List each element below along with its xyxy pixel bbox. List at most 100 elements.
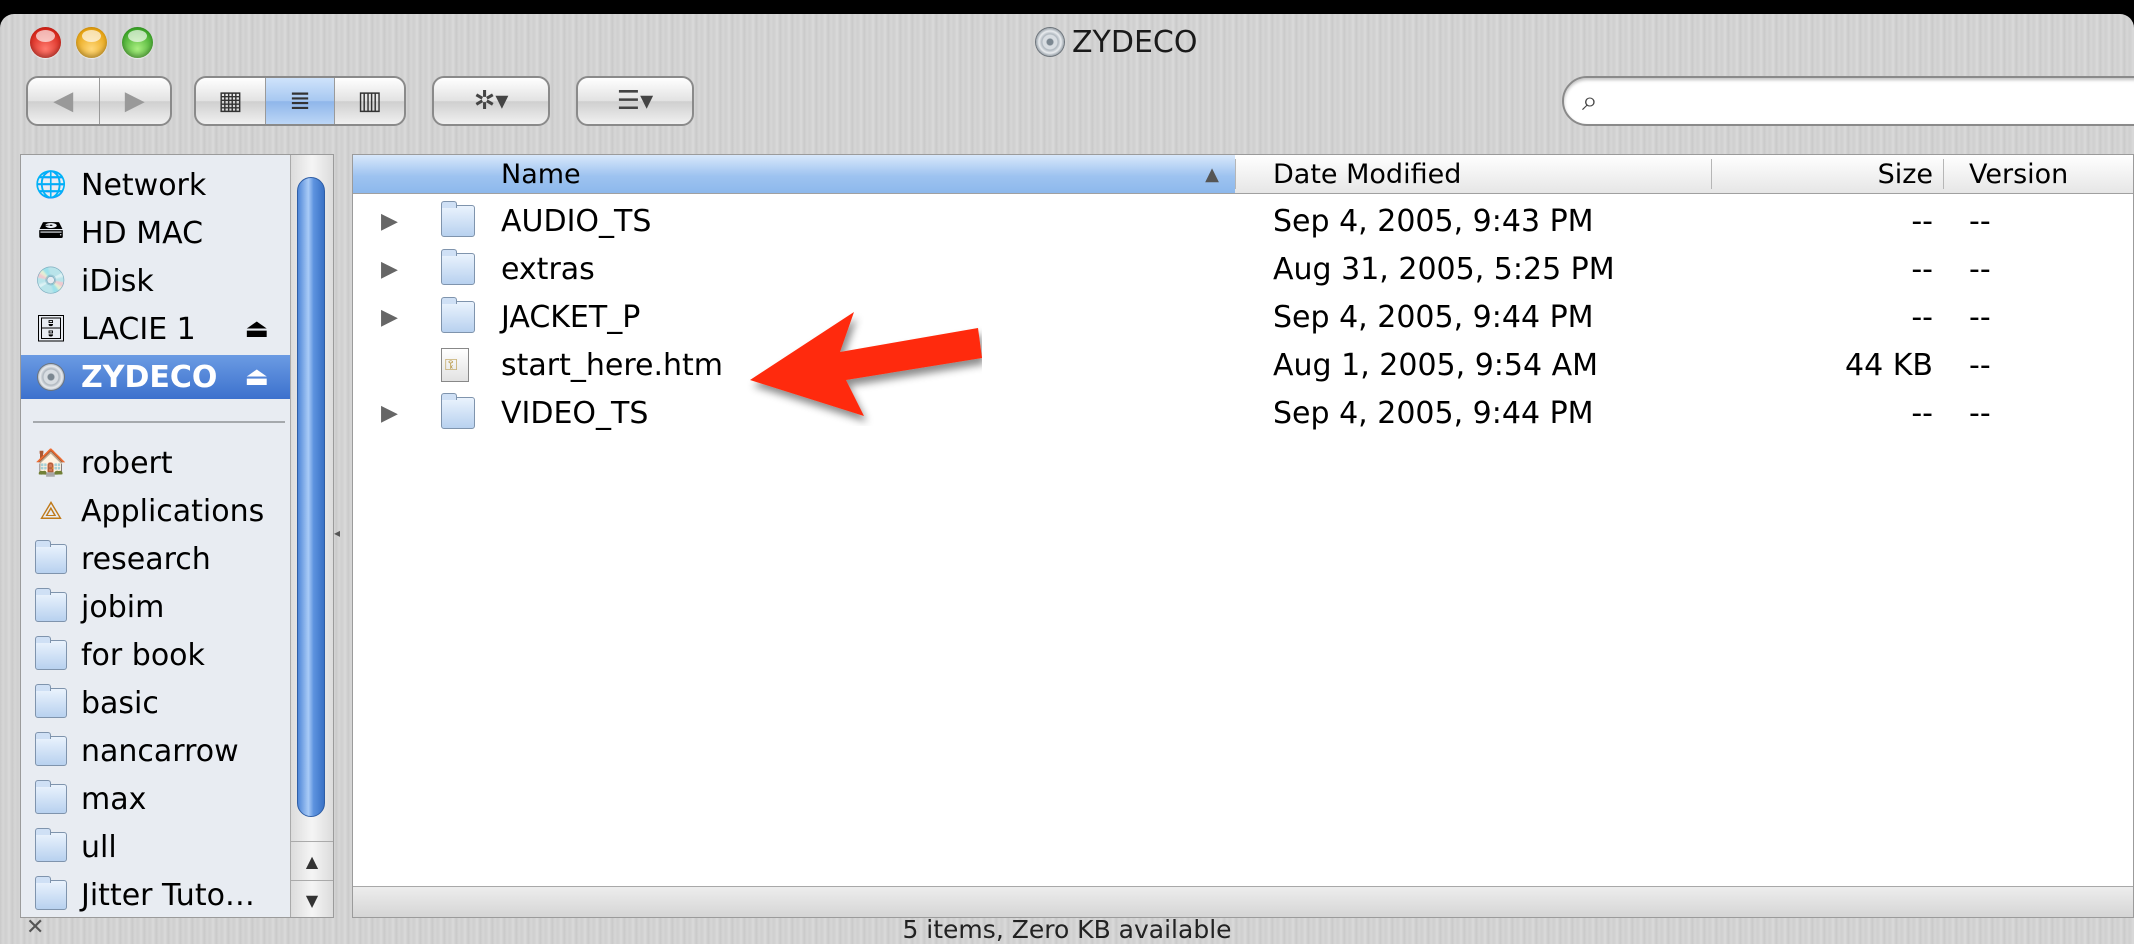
sidebar-item-label: robert [81, 445, 173, 481]
column-header-row: Name ▲ Date Modified Size Version [353, 155, 2133, 194]
back-button[interactable]: ◀ [28, 78, 100, 124]
folder-icon [35, 588, 67, 622]
file-version: -- [1969, 203, 1991, 239]
sidebar-item-jobim[interactable]: jobim [21, 585, 291, 629]
sidebar-item-applications[interactable]: ⟁ Applications [21, 489, 291, 533]
file-date: Sep 4, 2005, 9:44 PM [1273, 299, 1594, 335]
sidebar-item-label: for book [81, 637, 205, 673]
sidebar-item-label: LACIE 1 [81, 311, 196, 347]
eject-icon[interactable]: ⏏ [244, 362, 269, 392]
folder-icon [35, 540, 67, 574]
action-gear-button[interactable]: ✲▾ [432, 76, 550, 126]
search-field[interactable]: ⌕ [1562, 76, 2134, 126]
column-header-name[interactable]: Name ▲ [353, 155, 1235, 193]
gear-icon: ✲▾ [473, 86, 509, 116]
home-icon: 🏠 [34, 448, 68, 478]
folder-icon [35, 780, 67, 814]
column-header-size[interactable]: Size [1711, 155, 1943, 193]
sidebar-item-label: nancarrow [81, 733, 239, 769]
table-row[interactable]: start_here.htm Aug 1, 2005, 9:54 AM 44 K… [353, 341, 2133, 389]
file-version: -- [1969, 347, 1991, 383]
applications-icon: ⟁ [39, 495, 63, 526]
table-row[interactable]: ▶ VIDEO_TS Sep 4, 2005, 9:44 PM -- -- [353, 389, 2133, 437]
sidebar-item-ull[interactable]: ull [21, 825, 291, 869]
sidebar-item-label: ull [81, 829, 117, 865]
sidebar-splitter-handle[interactable]: ◂ [334, 526, 340, 540]
sidebar-item-lacie-1[interactable]: 🗄 LACIE 1 ⏏ [21, 307, 291, 351]
sidebar-item-hd-mac[interactable]: 🖴 HD MAC [21, 211, 291, 255]
disclosure-triangle-icon[interactable]: ▶ [381, 389, 398, 437]
close-button[interactable] [30, 27, 61, 58]
sidebar-item-label: Applications [81, 493, 265, 529]
sidebar-item-basic[interactable]: basic [21, 681, 291, 725]
file-size: -- [1911, 203, 1933, 239]
file-version: -- [1969, 299, 1991, 335]
title-bar[interactable]: ZYDECO [0, 14, 2134, 70]
sidebar-item-label: Network [81, 167, 207, 203]
sort-ascending-icon: ▲ [1205, 163, 1219, 185]
scroll-down-arrow-icon[interactable]: ▼ [291, 880, 333, 917]
window-title: ZYDECO [1036, 24, 1198, 60]
hard-drive-icon: 🖴 [37, 215, 65, 245]
icon-view-button[interactable]: ▦ [196, 78, 266, 124]
sidebar-item-label: iDisk [81, 263, 154, 299]
disclosure-triangle-icon[interactable]: ▶ [381, 293, 398, 341]
column-header-version[interactable]: Version [1943, 155, 2133, 193]
status-text: 5 items, Zero KB available [902, 914, 1232, 944]
folder-icon [35, 732, 67, 766]
status-bar: ✕ 5 items, Zero KB available [0, 914, 2134, 944]
file-size: 44 KB [1845, 347, 1933, 383]
folder-icon [441, 201, 475, 237]
minimize-button[interactable] [76, 27, 107, 58]
disclosure-triangle-icon[interactable]: ▶ [381, 245, 398, 293]
folder-icon [35, 876, 67, 910]
toolbar-toggle-icon[interactable]: ✕ [26, 915, 44, 940]
forward-button[interactable]: ▶ [100, 78, 171, 124]
folder-icon [35, 636, 67, 670]
sidebar-item-label: basic [81, 685, 159, 721]
sidebar-item-zydeco[interactable]: ZYDECO ⏏ [21, 355, 291, 399]
sidebar-item-max[interactable]: max [21, 777, 291, 821]
dvd-disc-icon [1036, 28, 1064, 56]
idisk-icon: 💿 [34, 266, 68, 296]
column-header-label: Name [501, 158, 581, 190]
table-row[interactable]: ▶ JACKET_P Sep 4, 2005, 9:44 PM -- -- [353, 293, 2133, 341]
folder-icon [35, 684, 67, 718]
file-name: start_here.htm [501, 347, 724, 383]
arrange-button[interactable]: ☰▾ [576, 76, 694, 126]
list-view-button[interactable]: ≣ [265, 78, 336, 124]
column-header-date-modified[interactable]: Date Modified [1235, 155, 1711, 193]
table-row[interactable]: ▶ extras Aug 31, 2005, 5:25 PM -- -- [353, 245, 2133, 293]
sidebar-item-idisk[interactable]: 💿 iDisk [21, 259, 291, 303]
sidebar-item-research[interactable]: research [21, 537, 291, 581]
file-list-view: Name ▲ Date Modified Size Version ▶ AUDI… [352, 154, 2134, 918]
sidebar-item-robert[interactable]: 🏠 robert [21, 441, 291, 485]
column-view-button[interactable]: ▥ [335, 78, 404, 124]
table-row[interactable]: ▶ AUDIO_TS Sep 4, 2005, 9:43 PM -- -- [353, 197, 2133, 245]
horizontal-scrollbar[interactable] [353, 886, 2133, 917]
sidebar-scrollbar[interactable]: ▲ ▼ [290, 155, 333, 917]
file-date: Aug 31, 2005, 5:25 PM [1273, 251, 1615, 287]
view-mode-control: ▦ ≣ ▥ [194, 76, 406, 126]
file-date: Sep 4, 2005, 9:43 PM [1273, 203, 1594, 239]
sidebar-item-nancarrow[interactable]: nancarrow [21, 729, 291, 773]
file-name: AUDIO_TS [501, 203, 652, 239]
sidebar-item-for-book[interactable]: for book [21, 633, 291, 677]
eject-icon[interactable]: ⏏ [244, 314, 269, 344]
sidebar-scroll-thumb[interactable] [297, 177, 325, 817]
dvd-disc-icon [33, 360, 69, 394]
file-name: JACKET_P [501, 299, 641, 335]
file-size: -- [1911, 395, 1933, 431]
sidebar-item-jitter-tutorial[interactable]: Jitter Tuto… [21, 873, 291, 917]
disclosure-triangle-icon[interactable]: ▶ [381, 197, 398, 245]
annotation-arrow-icon [750, 312, 982, 416]
finder-window: ZYDECO ◀ ▶ ▦ ≣ ▥ ✲▾ ☰▾ ⌕ 🌐 Network 🖴 HD … [0, 14, 2134, 944]
sidebar-item-network[interactable]: 🌐 Network [21, 163, 291, 207]
zoom-button[interactable] [122, 27, 153, 58]
sidebar-separator [33, 421, 285, 423]
sidebar-scroll-arrows: ▲ ▼ [291, 841, 333, 917]
file-name: VIDEO_TS [501, 395, 649, 431]
folder-icon [35, 828, 67, 862]
scroll-up-arrow-icon[interactable]: ▲ [291, 841, 333, 880]
file-size: -- [1911, 299, 1933, 335]
